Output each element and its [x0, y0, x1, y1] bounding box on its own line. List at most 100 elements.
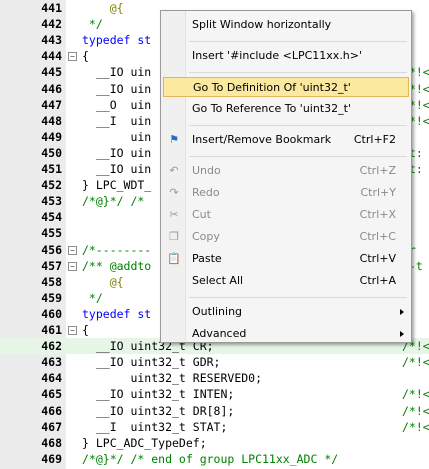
menu-item-redo[interactable]: ↷ Redo Ctrl+Y [163, 183, 409, 203]
code-text: uin [82, 129, 152, 144]
line-number: 457 [41, 258, 62, 273]
menu-item-shortcut: Ctrl+Z [359, 164, 396, 177]
menu-item-label: Insert/Remove Bookmark [192, 133, 332, 146]
code-text: __IO uint32_t INTEN; [82, 387, 235, 402]
bookmark-flag-icon: ⚑ [169, 133, 179, 146]
code-text: /*-------- [82, 242, 152, 257]
code-text: uint32_t RESERVED0; [82, 371, 263, 386]
menu-item-label: Undo [192, 164, 221, 177]
line-number: 455 [41, 226, 62, 241]
code-text: __IO uin [82, 81, 152, 96]
code-line[interactable]: 469 /*@}*/ /* end of group LPC11xx_ADC */ [0, 451, 429, 467]
code-text: @{ [82, 274, 124, 289]
line-number: 464 [41, 371, 62, 386]
menu-separator [189, 156, 407, 157]
menu-item-split-window-horizontally[interactable]: Split Window horizontally [163, 15, 409, 35]
menu-separator [189, 125, 407, 126]
menu-item-shortcut: Ctrl+Y [360, 186, 396, 199]
menu-item-label: Go To Definition Of 'uint32_t' [193, 81, 351, 94]
menu-item-copy[interactable]: ❐ Copy Ctrl+C [163, 227, 409, 247]
line-number: 465 [41, 387, 62, 402]
line-number: 456 [41, 242, 62, 257]
menu-item-label: Insert '#include <LPC11xx.h>' [192, 49, 363, 62]
menu-item-label: Paste [192, 252, 222, 265]
line-number: 447 [41, 97, 62, 112]
line-number: 452 [41, 178, 62, 193]
code-text: __IO uin [82, 65, 152, 80]
menu-item-insert-include-lpc11xx-h[interactable]: Insert '#include <LPC11xx.h>' [163, 46, 409, 66]
code-text: /** @addto [82, 258, 152, 273]
code-text: { [82, 49, 89, 64]
line-number: 449 [41, 129, 62, 144]
menu-item-shortcut: Ctrl+A [359, 274, 396, 287]
fold-toggle-icon[interactable]: − [68, 326, 77, 335]
code-text: @{ [82, 1, 124, 15]
fold-toggle-icon[interactable]: − [68, 245, 77, 255]
trailing-comment: /*!< [402, 419, 429, 434]
trailing-comment: /*!< [402, 355, 429, 370]
code-line[interactable]: 463 __IO uint32_t GDR; [0, 354, 429, 370]
code-line[interactable]: 468} LPC_ADC_TypeDef; [0, 435, 429, 451]
code-line[interactable]: 464 uint32_t RESERVED0; [0, 370, 429, 386]
line-number: 450 [41, 145, 62, 160]
code-text: typedef st [82, 306, 152, 321]
menu-item-shortcut: Ctrl+C [359, 230, 396, 243]
undo-icon: ↶ [169, 164, 179, 177]
code-text: __IO uint32_t GDR; [82, 355, 221, 370]
line-number: 468 [41, 435, 62, 450]
menu-item-label: Select All [192, 274, 244, 287]
line-number: 459 [41, 290, 62, 305]
menu-item-label: Go To Reference To 'uint32_t' [192, 102, 351, 115]
menu-item-go-to-reference-to-uint32-t[interactable]: Go To Reference To 'uint32_t' [163, 99, 409, 119]
menu-item-undo[interactable]: ↶ Undo Ctrl+Z [163, 161, 409, 181]
copy-icon: ❐ [169, 230, 179, 243]
line-number: 444 [41, 49, 62, 64]
code-text: */ [82, 290, 103, 305]
menu-separator [189, 41, 407, 42]
menu-item-label: Split Window horizontally [192, 18, 332, 31]
line-number: 466 [41, 403, 62, 418]
code-text: __IO uin [82, 145, 152, 160]
menu-separator [189, 297, 407, 298]
trailing-comment: /*!< [402, 387, 429, 402]
code-text: { [82, 323, 89, 337]
code-text: __O uin [82, 97, 152, 112]
code-line[interactable]: 466 __IO uint32_t DR[8]; [0, 403, 429, 419]
code-text: typedef st [82, 33, 152, 48]
menu-item-label: Copy [192, 230, 220, 243]
line-number: 441 [41, 1, 62, 15]
code-line[interactable]: 467 __I uint32_t STAT; [0, 419, 429, 435]
code-text: __I uint32_t STAT; [82, 419, 228, 434]
submenu-arrow-icon [400, 309, 404, 315]
line-number: 451 [41, 162, 62, 176]
menu-item-cut[interactable]: ✂ Cut Ctrl+X [163, 205, 409, 225]
fold-toggle-icon[interactable]: − [68, 52, 77, 62]
menu-item-shortcut: Ctrl+X [359, 208, 396, 221]
line-number: 446 [41, 81, 62, 96]
menu-item-label: Cut [192, 208, 211, 221]
redo-icon: ↷ [169, 186, 179, 199]
code-line[interactable]: 465 __IO uint32_t INTEN; [0, 386, 429, 402]
code-text: __IO uin [82, 162, 152, 176]
menu-item-shortcut: Ctrl+V [359, 252, 396, 265]
line-number: 467 [41, 419, 62, 434]
menu-item-outlining[interactable]: Outlining [163, 302, 409, 322]
line-number: 463 [41, 355, 62, 370]
menu-item-paste[interactable]: 📋 Paste Ctrl+V [163, 249, 409, 269]
line-number: 454 [41, 210, 62, 225]
menu-item-advanced[interactable]: Advanced [163, 324, 409, 344]
line-number: 443 [41, 33, 62, 48]
line-number: 458 [41, 274, 62, 289]
menu-item-label: Outlining [192, 305, 243, 318]
menu-item-select-all[interactable]: Select All Ctrl+A [163, 271, 409, 291]
code-text: __I uin [82, 113, 152, 128]
menu-item-go-to-definition-of-uint32-t[interactable]: Go To Definition Of 'uint32_t' [163, 77, 409, 97]
line-number: 445 [41, 65, 62, 80]
line-number: 461 [41, 323, 62, 337]
scissors-icon: ✂ [169, 208, 179, 221]
menu-item-label: Advanced [192, 327, 247, 340]
menu-item-insert-remove-bookmark[interactable]: ⚑ Insert/Remove Bookmark Ctrl+F2 [163, 130, 409, 150]
fold-toggle-icon[interactable]: − [68, 261, 77, 271]
line-number: 453 [41, 194, 62, 209]
submenu-arrow-icon [400, 331, 404, 337]
